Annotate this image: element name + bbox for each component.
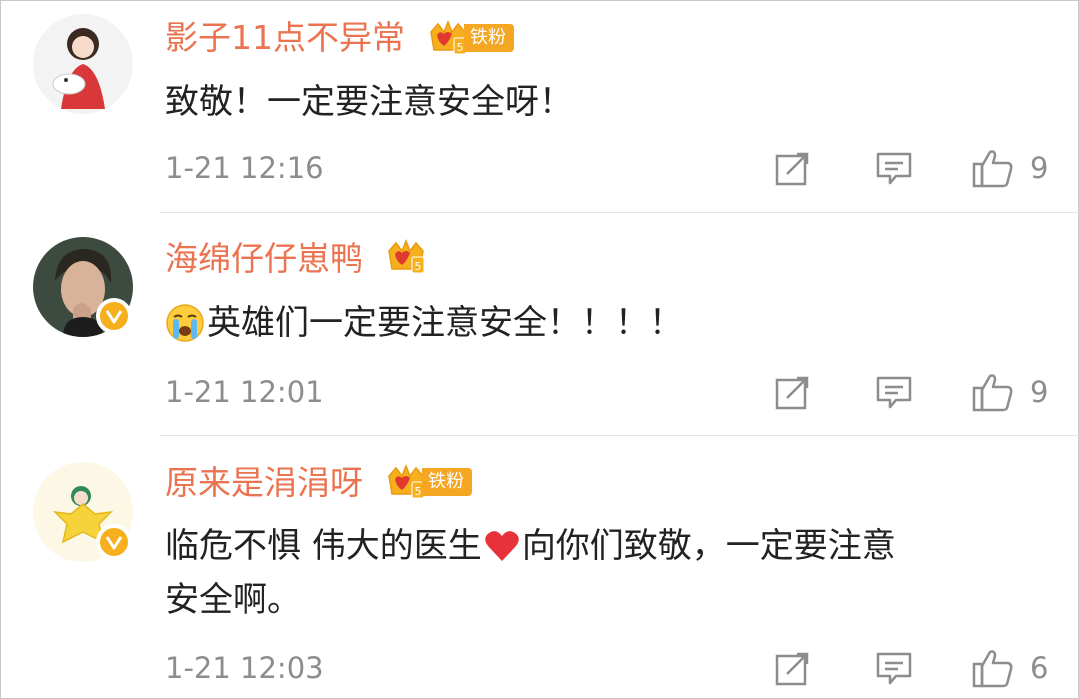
comment-time: 1-21 12:03 xyxy=(165,651,324,685)
comment-text: 英雄们一定要注意安全！！！！ xyxy=(165,295,683,351)
comment-time: 1-21 12:01 xyxy=(165,375,324,409)
comment-text-part: 向你们致敬，一定要注意 xyxy=(521,526,896,566)
reply-button[interactable] xyxy=(876,374,912,414)
user-badges: 5 xyxy=(386,237,426,277)
like-count: 9 xyxy=(1030,375,1049,409)
comment-text-body: 英雄们一定要注意安全！！！！ xyxy=(207,303,683,343)
like-button[interactable] xyxy=(972,648,1014,692)
comment-item: 原来是涓涓呀 5 铁粉 临危不惧 伟大的医生 向你们致敬，一定要注意 安全啊。 … xyxy=(0,436,1079,699)
verified-v-icon xyxy=(105,310,123,324)
like-count: 6 xyxy=(1030,651,1049,685)
share-button[interactable] xyxy=(775,374,811,414)
share-button[interactable] xyxy=(775,150,811,190)
verified-badge xyxy=(96,524,132,560)
like-icon xyxy=(972,150,1013,188)
svg-text:5: 5 xyxy=(457,41,464,54)
share-icon xyxy=(775,652,809,686)
comment-text: 致敬！一定要注意安全呀！ xyxy=(165,82,573,122)
user-badges: 5 铁粉 xyxy=(428,20,514,56)
reply-button[interactable] xyxy=(876,150,912,190)
share-button[interactable] xyxy=(775,650,811,690)
like-button[interactable] xyxy=(972,372,1014,416)
comment-icon xyxy=(876,376,912,409)
svg-text:5: 5 xyxy=(415,260,422,273)
heart-emoji-icon xyxy=(485,531,519,561)
crying-emoji-icon xyxy=(166,304,204,342)
share-icon xyxy=(775,152,809,186)
crown-level-icon: 5 xyxy=(388,464,425,499)
username[interactable]: 影子11点不异常 xyxy=(165,18,405,58)
username[interactable]: 海绵仔仔崽鸭 xyxy=(165,239,363,279)
comment-item: 影子11点不异常 5 铁粉 致敬！一定要注意安全呀！ 1-21 12:16 9 xyxy=(0,0,1079,212)
comment-item: 海绵仔仔崽鸭 5 英雄们一定要注意安全！！！！ 1-21 12:01 9 xyxy=(0,213,1079,435)
share-icon xyxy=(775,376,809,410)
fan-badge: 铁粉 xyxy=(422,468,472,496)
comment-text-line2: 安全啊。 xyxy=(165,580,301,620)
like-count: 9 xyxy=(1030,151,1049,185)
comment-icon xyxy=(876,652,912,685)
fan-badge: 铁粉 xyxy=(464,24,514,52)
user-badges: 5 铁粉 xyxy=(386,464,472,500)
comment-icon xyxy=(876,152,912,185)
comment-time: 1-21 12:16 xyxy=(165,151,324,185)
avatar[interactable] xyxy=(33,14,133,114)
svg-text:5: 5 xyxy=(415,485,422,498)
like-button[interactable] xyxy=(972,148,1014,192)
crown-level-icon: 5 xyxy=(388,238,425,274)
reply-button[interactable] xyxy=(876,650,912,690)
comment-text-part: 临危不惧 伟大的医生 xyxy=(165,526,482,566)
verified-badge xyxy=(96,298,132,334)
verified-v-icon xyxy=(105,536,123,550)
crown-level-icon: 5 xyxy=(430,20,467,55)
username[interactable]: 原来是涓涓呀 xyxy=(165,463,363,503)
comment-text: 临危不惧 伟大的医生 向你们致敬，一定要注意 xyxy=(165,518,896,574)
like-icon xyxy=(972,374,1013,412)
like-icon xyxy=(972,650,1013,688)
